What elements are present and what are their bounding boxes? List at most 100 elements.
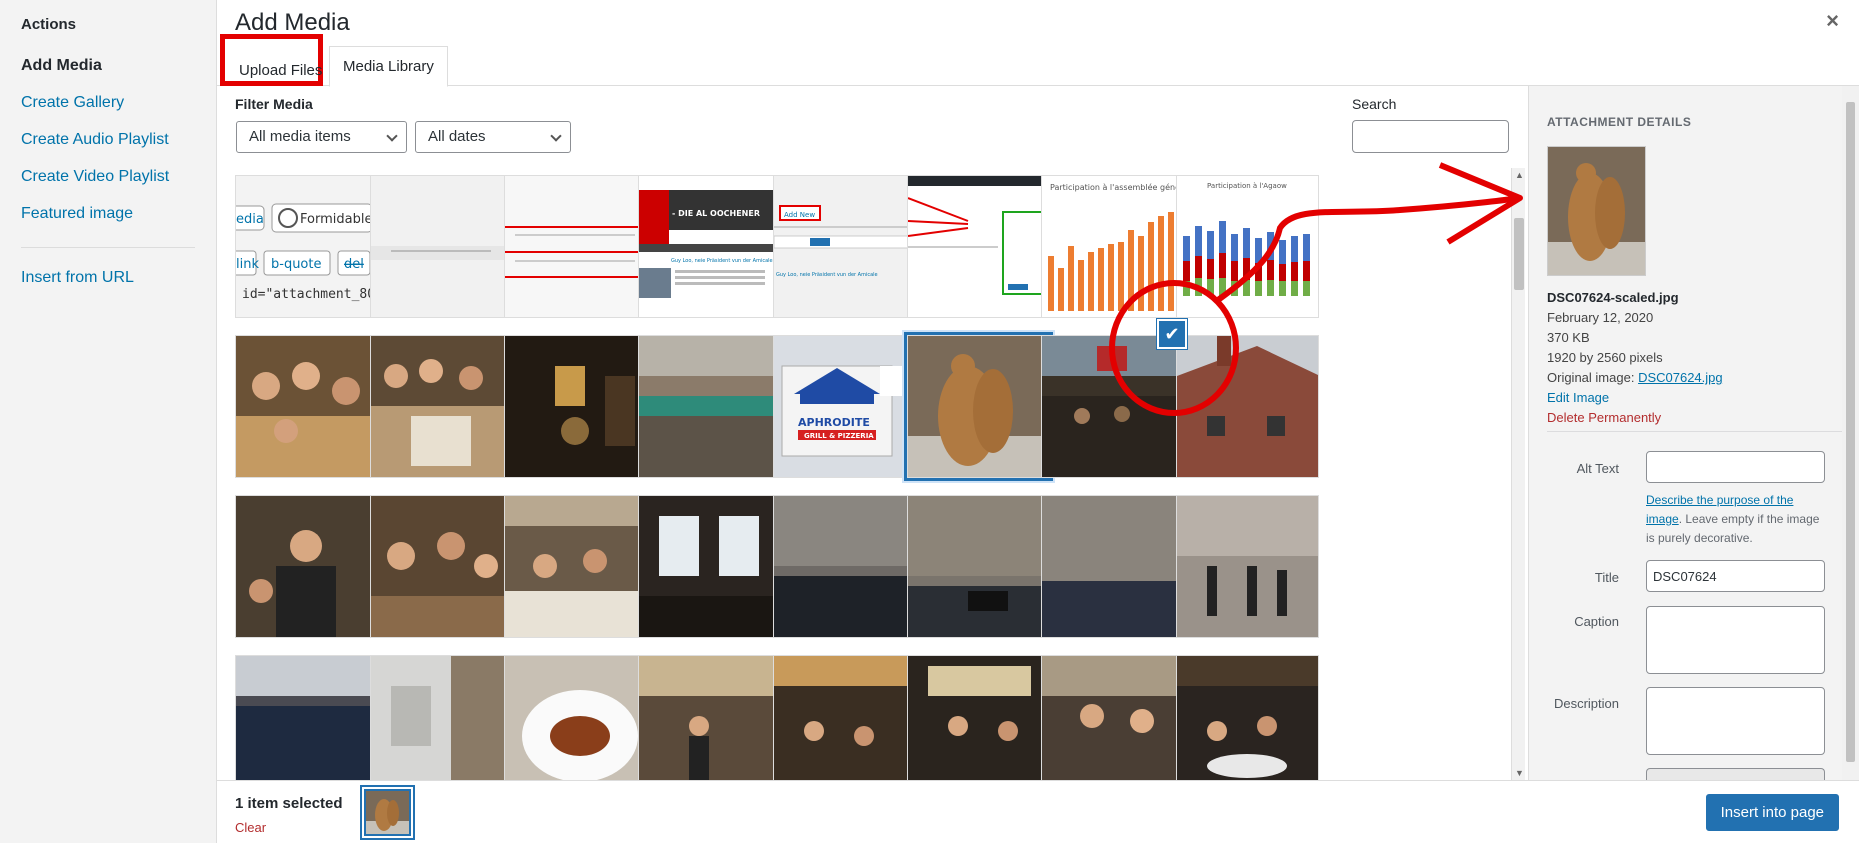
close-icon[interactable]: ×	[1826, 8, 1839, 34]
title-field[interactable]	[1646, 560, 1825, 592]
attachment-thumbnail[interactable]: Participation à l'Agaow	[1176, 175, 1319, 318]
date-filter[interactable]: All dates	[415, 121, 571, 153]
thumbnail-image: Participation à l'assemblée générale	[1042, 176, 1184, 317]
attachment-filesize: 370 KB	[1547, 330, 1590, 345]
attachment-thumbnail[interactable]	[773, 495, 916, 638]
attachment-details: ATTACHMENT DETAILS DSC07624-scaled.jpg F…	[1528, 86, 1859, 783]
scroll-up-icon[interactable]: ▲	[1515, 170, 1524, 180]
attachment-thumbnail[interactable]	[1041, 335, 1184, 478]
menu-item-add-media[interactable]: Add Media	[21, 57, 102, 75]
attachment-thumbnail[interactable]	[235, 495, 378, 638]
media-toolbar-bottom: 1 item selected Clear Insert into page	[217, 780, 1859, 843]
attachment-thumbnail[interactable]	[1176, 335, 1319, 478]
thumbnail-image	[505, 176, 646, 317]
thumbnail-image	[236, 496, 377, 637]
media-modal: Add Media × Upload Files Media Library F…	[217, 0, 1859, 843]
attachment-thumbnail[interactable]	[1176, 495, 1319, 638]
description-label: Description	[1553, 696, 1619, 711]
alt-text-help: Describe the purpose of the image. Leave…	[1646, 491, 1826, 548]
menu-heading: Actions	[21, 16, 77, 33]
selected-check-icon[interactable]: ✔	[1157, 319, 1187, 349]
thumb-text: GRILL & PIZZERIA	[804, 432, 874, 440]
alt-text-field[interactable]	[1646, 451, 1825, 483]
attachment-thumbnail[interactable]	[773, 655, 916, 780]
caption-field[interactable]	[1646, 606, 1825, 674]
attachment-thumbnail[interactable]	[504, 175, 647, 318]
original-image-link[interactable]: DSC07624.jpg	[1638, 370, 1723, 385]
menu-item-create-audio-playlist[interactable]: Create Audio Playlist	[21, 131, 169, 149]
thumb-text: Formidable	[300, 212, 372, 227]
search-input[interactable]	[1352, 120, 1509, 153]
attachment-thumbnail[interactable]	[370, 335, 513, 478]
attachment-thumbnail[interactable]	[907, 175, 1050, 318]
thumbnail-image	[908, 336, 1049, 477]
description-field[interactable]	[1646, 687, 1825, 755]
thumb-text: APHRODITE	[798, 416, 870, 429]
thumb-text: - DIE AL OOCHENER	[672, 209, 760, 218]
thumbnail-image	[371, 176, 512, 317]
menu-item-insert-from-url[interactable]: Insert from URL	[21, 269, 134, 287]
details-scrollbar[interactable]	[1842, 86, 1859, 780]
tab-upload-files[interactable]: Upload Files	[220, 34, 323, 86]
tab-media-library[interactable]: Media Library	[329, 46, 448, 87]
attachment-thumbnail[interactable]	[235, 655, 378, 780]
caption-label: Caption	[1574, 614, 1619, 629]
clear-selection-link[interactable]: Clear	[235, 820, 266, 835]
attachment-thumbnail[interactable]	[907, 495, 1050, 638]
scroll-down-icon[interactable]: ▼	[1515, 768, 1524, 778]
attachment-thumbnail[interactable]	[907, 655, 1050, 780]
insert-into-page-button[interactable]: Insert into page	[1705, 794, 1839, 831]
attachment-thumbnail[interactable]	[1176, 655, 1319, 780]
attachment-thumbnail[interactable]: - DIE AL OOCHENER Guy Loo, neie Präsiden…	[638, 175, 781, 318]
thumbnail-image	[1177, 656, 1318, 780]
attachment-thumbnail[interactable]	[504, 335, 647, 478]
delete-permanently-link[interactable]: Delete Permanently	[1547, 410, 1661, 425]
attachment-thumbnail[interactable]: APHRODITE GRILL & PIZZERIA	[773, 335, 916, 478]
attachment-thumbnail-selected[interactable]	[904, 332, 1053, 481]
attachment-thumbnail[interactable]	[504, 655, 647, 780]
thumbnail-image	[371, 656, 512, 780]
grid-scrollbar[interactable]: ▲ ▼	[1511, 168, 1525, 780]
thumbnail-image	[1177, 496, 1318, 637]
menu-item-create-gallery[interactable]: Create Gallery	[21, 94, 124, 112]
attachments-grid: edia Formidable link b-quote del id="att…	[233, 175, 1496, 780]
menu-item-create-video-playlist[interactable]: Create Video Playlist	[21, 168, 169, 186]
original-image-row: Original image: DSC07624.jpg	[1547, 370, 1723, 385]
grid-scrollbar-thumb[interactable]	[1514, 218, 1524, 290]
attachment-thumbnail[interactable]	[370, 495, 513, 638]
details-scrollbar-thumb[interactable]	[1846, 102, 1855, 762]
selection-thumbnail[interactable]	[364, 789, 411, 836]
alt-text-label: Alt Text	[1576, 461, 1619, 476]
thumb-text: id="attachment_80	[242, 287, 375, 302]
date-filter-value: All dates	[428, 128, 486, 145]
modal-title: Add Media	[235, 9, 350, 36]
selection-count: 1 item selected	[235, 795, 343, 812]
attachment-date: February 12, 2020	[1547, 310, 1654, 325]
thumb-text: Guy Loo, neie Präsident vun der Amicale	[671, 258, 773, 264]
thumbnail-image	[908, 656, 1049, 780]
thumb-text: b-quote	[271, 257, 321, 272]
attachment-thumbnail[interactable]	[370, 655, 513, 780]
thumbnail-image	[908, 176, 1049, 317]
attachment-thumbnail[interactable]	[638, 495, 781, 638]
attachment-thumbnail[interactable]	[370, 175, 513, 318]
attachment-thumbnail[interactable]: edia Formidable link b-quote del id="att…	[235, 175, 378, 318]
menu-item-featured-image[interactable]: Featured image	[21, 205, 133, 223]
attachment-details-heading: ATTACHMENT DETAILS	[1547, 115, 1692, 129]
thumbnail-image	[1177, 336, 1318, 477]
attachment-thumbnail[interactable]	[638, 655, 781, 780]
attachment-thumbnail[interactable]	[504, 495, 647, 638]
attachment-thumbnail[interactable]	[235, 335, 378, 478]
media-type-filter[interactable]: All media items	[236, 121, 407, 153]
attachment-thumbnail[interactable]	[638, 335, 781, 478]
thumb-text: edia	[236, 212, 264, 227]
media-type-filter-value: All media items	[249, 128, 351, 145]
edit-image-link[interactable]: Edit Image	[1547, 390, 1609, 405]
thumbnail-image	[639, 336, 780, 477]
attachment-thumbnail[interactable]	[1041, 495, 1184, 638]
attachment-thumbnail[interactable]: Add New Guy Loo, neie Präsident vun der …	[773, 175, 916, 318]
attachment-thumbnail[interactable]: Participation à l'assemblée générale	[1041, 175, 1184, 318]
attachment-thumbnail[interactable]	[1041, 655, 1184, 780]
thumb-text: Guy Loo, neie Präsident vun der Amicale	[776, 272, 878, 278]
thumb-text: Participation à l'assemblée générale	[1050, 182, 1184, 192]
